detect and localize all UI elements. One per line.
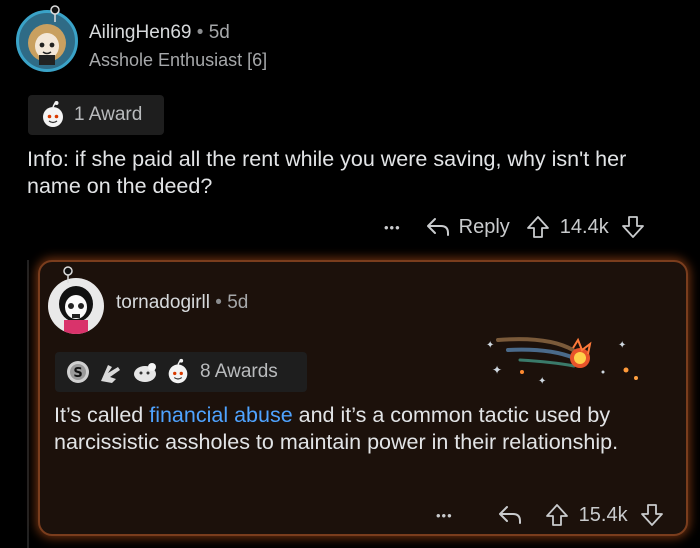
reply-vote-score: 15.4k [578, 503, 628, 526]
svg-text:✦: ✦ [486, 340, 494, 351]
comment-actions: ••• Reply 14.4k [384, 212, 645, 242]
downvote-icon[interactable] [621, 215, 645, 239]
reply-avatar-illustration [59, 286, 93, 334]
reply-username-text[interactable]: tornadogirll [116, 292, 210, 313]
username-text[interactable]: AilingHen69 [89, 22, 191, 43]
awards-chip[interactable]: 1 Award [28, 95, 164, 135]
reply-more-options-button[interactable]: ••• [436, 508, 453, 523]
reply-actions: ••• 15.4k [436, 500, 664, 530]
reply-downvote-icon[interactable] [640, 503, 664, 527]
wholesome-award-icon [134, 363, 156, 382]
separator-dot: • [196, 22, 204, 43]
reply-upvote-icon[interactable] [545, 503, 569, 527]
upvote-icon[interactable] [526, 215, 550, 239]
reply-comment-body: It’s called financial abuse and it’s a c… [54, 402, 664, 456]
reply-awards-chip[interactable]: S 8 Awards [55, 352, 307, 392]
reply-antenna-icon [63, 266, 73, 283]
silver-award-icon: S [67, 361, 89, 383]
more-options-button[interactable]: ••• [384, 220, 401, 235]
reply-separator-dot: • [215, 292, 222, 313]
reddit-award-icon [43, 101, 63, 127]
awards-count-label: 1 Award [74, 104, 143, 125]
vote-score: 14.4k [559, 215, 609, 238]
clapping-award-icon [101, 365, 120, 383]
thread-line [27, 260, 29, 548]
comet-award-icon: ✦ ✦ ✦ ✦ [486, 337, 638, 387]
antenna-icon [50, 5, 60, 22]
reply-label[interactable]: Reply [459, 216, 510, 239]
reply-button[interactable]: Reply [425, 216, 510, 239]
reply-awards-count-label: 8 Awards [200, 361, 278, 382]
reply-text-start: It’s called [54, 403, 150, 427]
timestamp: 5d [208, 22, 230, 43]
svg-text:S: S [73, 366, 82, 381]
svg-text:✦: ✦ [492, 363, 502, 377]
svg-text:✦: ✦ [618, 340, 626, 351]
reply-author-username[interactable]: tornadogirll • 5d [116, 292, 248, 314]
user-flair: Asshole Enthusiast [6] [89, 50, 268, 70]
reply-arrow-icon[interactable] [497, 504, 523, 526]
reply-timestamp: 5d [227, 292, 249, 313]
reddit-award-icon [168, 358, 188, 384]
svg-text:✦: ✦ [538, 376, 546, 387]
comment-author-username[interactable]: AilingHen69 • 5d [89, 22, 230, 44]
reply-arrow-icon [426, 218, 449, 236]
comment-body: Info: if she paid all the rent while you… [27, 147, 627, 198]
reply-avatar[interactable] [48, 278, 104, 334]
financial-abuse-link[interactable]: financial abuse [149, 403, 292, 427]
